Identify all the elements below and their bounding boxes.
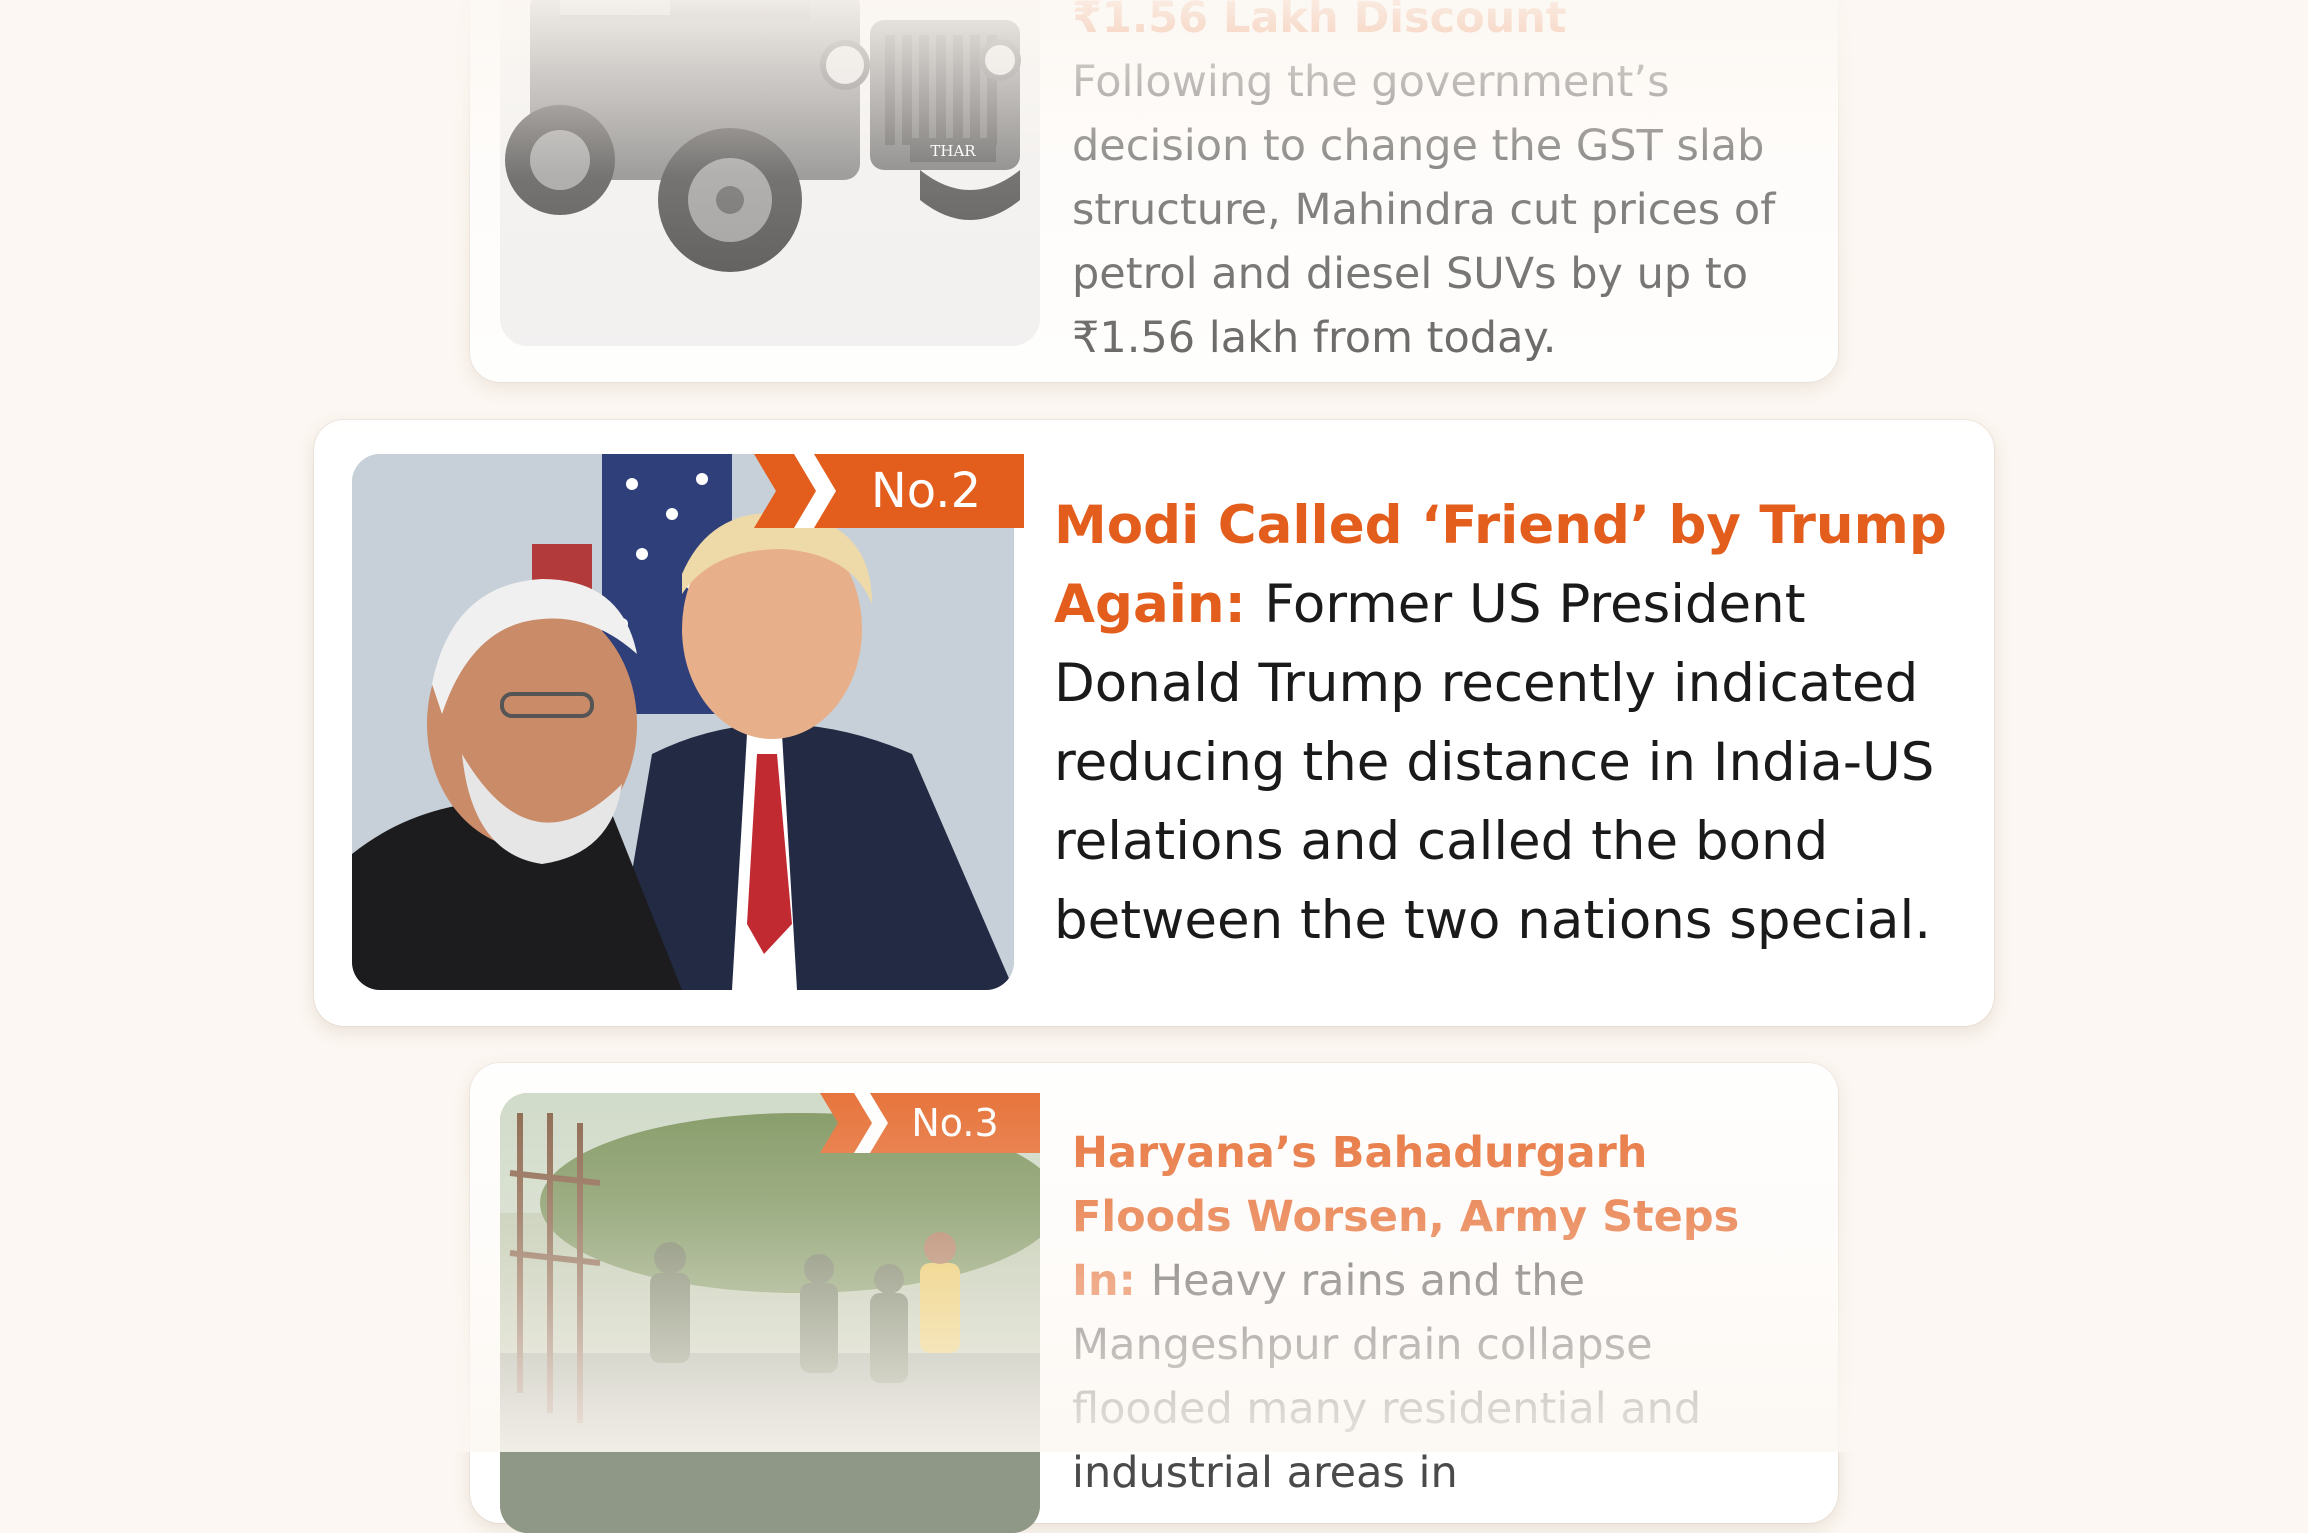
- rank-label: No.2: [870, 463, 982, 519]
- news-card-1[interactable]: THAR ₹1.56 Lakh Discount Following the g…: [470, 0, 1838, 382]
- svg-text:THAR: THAR: [930, 142, 976, 160]
- news-body: Heavy rains and the Mangeshpur drain col…: [1072, 1256, 1702, 1498]
- rank-badge: No.2: [754, 454, 1024, 528]
- news-text: Modi Called ‘Friend’ by Trump Again: For…: [1054, 486, 1954, 960]
- rank-badge: No.3: [820, 1093, 1040, 1153]
- news-card-3[interactable]: No.3 Haryana’s Bahadurgarh Floods Worsen…: [470, 1063, 1838, 1533]
- leaders-hug-photo: [352, 454, 1014, 990]
- news-body: Following the government’s decision to c…: [1072, 57, 1776, 363]
- news-text: Haryana’s Bahadurgarh Floods Worsen, Arm…: [1072, 1121, 1782, 1505]
- news-text: ₹1.56 Lakh Discount Following the govern…: [1072, 0, 1782, 370]
- suv-photo: THAR: [500, 0, 1040, 346]
- rank-label: No.3: [911, 1101, 999, 1145]
- news-headline: ₹1.56 Lakh Discount: [1072, 0, 1567, 43]
- flood-rescue-photo: [500, 1093, 1040, 1533]
- news-card-2[interactable]: No.2 Modi Called ‘Friend’ by Trump Again…: [314, 420, 1994, 1026]
